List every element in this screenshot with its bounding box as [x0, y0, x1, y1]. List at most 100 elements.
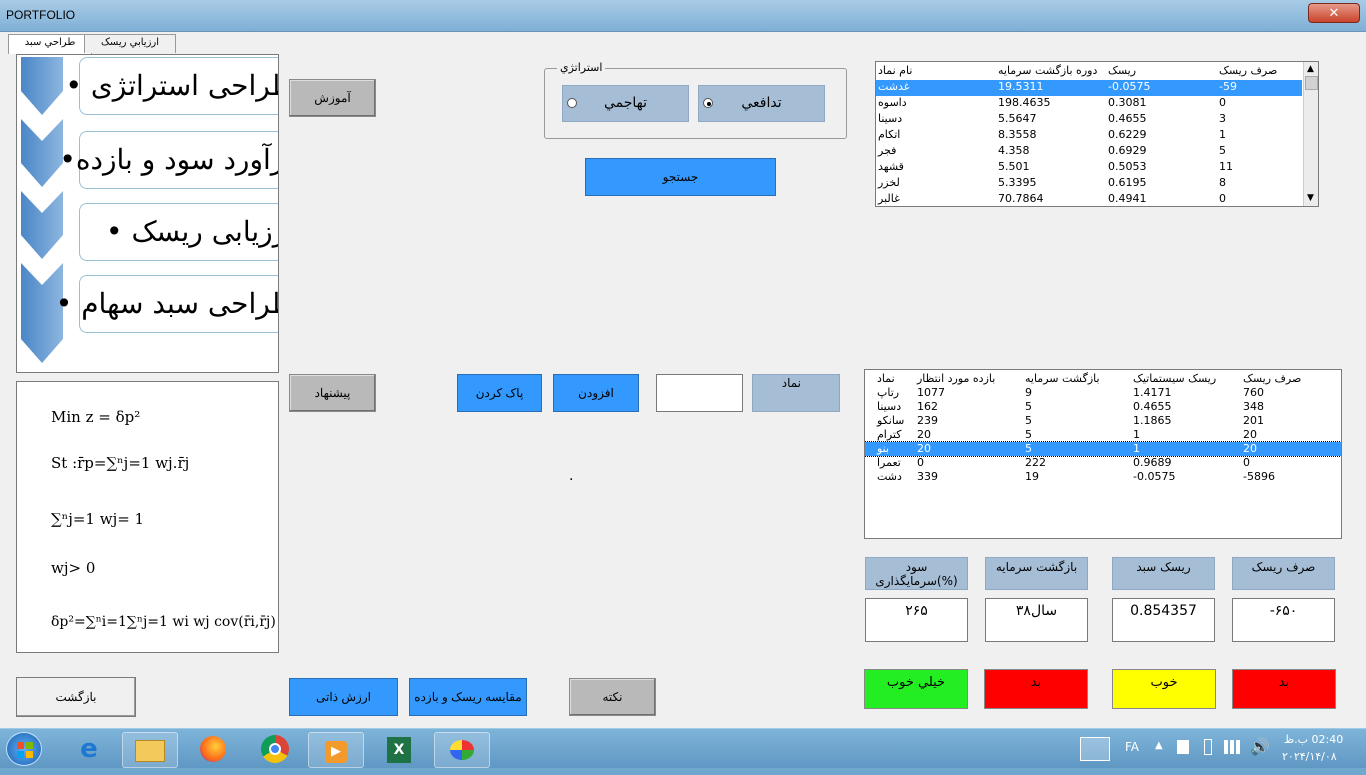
search-button[interactable]: جستجو: [585, 158, 776, 196]
tab-basket-design[interactable]: طراحي سبد: [8, 34, 92, 54]
col-risk: ريسک: [1108, 64, 1137, 77]
basket-list-row[interactable]: رتاپ 1077 9 1.4171 760: [865, 386, 1341, 400]
basket-list-cell: 339: [917, 470, 938, 483]
basket-list-cell: 5: [1025, 400, 1032, 413]
aggressive-option[interactable]: تهاجمي: [562, 85, 689, 122]
stocks-list-row[interactable]: اتکام 8.3558 0.6229 1: [876, 128, 1302, 144]
symbol-input[interactable]: [656, 374, 743, 412]
chevron-2: [21, 119, 63, 187]
add-button[interactable]: افزودن: [553, 374, 639, 412]
col-basket-premium: صرف ريسک: [1243, 372, 1302, 385]
battery-icon[interactable]: [1204, 739, 1212, 755]
network-signal-icon[interactable]: [1224, 740, 1244, 754]
stocks-list-row[interactable]: غالبر 70.7864 0.4941 0: [876, 192, 1302, 206]
excel-icon[interactable]: X: [372, 732, 426, 766]
profit-status: خيلي خوب: [864, 669, 968, 709]
tab-risk-assessment[interactable]: ارزيابي ريسک: [84, 34, 176, 53]
stocks-list-cell: 0.3081: [1108, 96, 1147, 109]
title-bar: PORTFOLIO ✕: [0, 0, 1366, 32]
pen-input-icon[interactable]: [1080, 737, 1110, 761]
basket-list[interactable]: نماد بازده مورد انتظار بازگشت سرمايه ريس…: [864, 369, 1342, 539]
note-button[interactable]: نکته: [569, 678, 656, 716]
defensive-option[interactable]: تدافعي: [698, 85, 825, 122]
stocks-list-row[interactable]: لخزر 5.3395 0.6195 8: [876, 176, 1302, 192]
stocks-list-cell: 0: [1219, 96, 1226, 109]
col-premium: صرف ريسک: [1219, 64, 1278, 77]
scroll-down-icon[interactable]: ▼: [1307, 193, 1314, 203]
basket-list-cell: 9: [1025, 386, 1032, 399]
intrinsic-value-button[interactable]: ارزش ذاتی: [289, 678, 398, 716]
clock-date[interactable]: ۲۰۲۴/۱۴/۰۸: [1282, 750, 1337, 763]
paint-icon[interactable]: [434, 732, 490, 768]
tray-expand-icon[interactable]: ▲: [1155, 740, 1163, 751]
stocks-list-cell: 0.6929: [1108, 144, 1147, 157]
col-symbol: نام نماد: [878, 64, 913, 77]
stocks-list-cell: 0: [1219, 192, 1226, 205]
stocks-list-cell: 4.358: [998, 144, 1030, 157]
stocks-list-row[interactable]: داسوه 198.4635 0.3081 0: [876, 96, 1302, 112]
stocks-list-cell: 0.5053: [1108, 160, 1147, 173]
stocks-list-cell: 5.3395: [998, 176, 1037, 189]
basket-list-cell: 1: [1133, 442, 1140, 455]
stocks-list-cell: 8.3558: [998, 128, 1037, 141]
formula-variance: δp²=∑ⁿi=1∑ⁿj=1 wi wj cov(r̄i,r̄j): [51, 614, 276, 630]
basket-list-row[interactable]: دسينا 162 5 0.4655 348: [865, 400, 1341, 414]
volume-icon[interactable]: 🔊: [1250, 737, 1270, 756]
basket-list-cell: 1: [1133, 428, 1140, 441]
action-center-icon[interactable]: [1177, 740, 1189, 754]
basket-list-cell: 201: [1243, 414, 1264, 427]
formula-panel: Min z = δp² St :r̄p=∑ⁿj=1 wj.r̄j ∑ⁿj=1 w…: [16, 381, 279, 653]
col-payback: دوره بازگشت سرمايه: [998, 64, 1098, 77]
basket-list-cell: 239: [917, 414, 938, 427]
risk-premium-status: بد: [1232, 669, 1336, 709]
clear-button[interactable]: پاک کردن: [457, 374, 542, 412]
basket-list-cell: 0: [1243, 456, 1250, 469]
scroll-thumb[interactable]: [1305, 76, 1318, 90]
tutorial-button[interactable]: آموزش: [289, 79, 376, 117]
stocks-list-cell: دسينا: [878, 112, 903, 125]
defensive-radio[interactable]: [703, 98, 713, 108]
window-title: PORTFOLIO: [6, 8, 76, 22]
basket-list-row[interactable]: سانکو 239 5 1.1865 201: [865, 414, 1341, 428]
formula-weights-positive: wj> 0: [51, 559, 96, 577]
basket-risk-label: ريسک سبد: [1112, 557, 1215, 590]
col-systematic-risk: ريسک سيستماتيک: [1133, 372, 1217, 385]
stocks-list-row[interactable]: فجر 4.358 0.6929 5: [876, 144, 1302, 160]
step-profit-estimate: برآورد سود و بازده•: [59, 131, 278, 189]
scroll-up-icon[interactable]: ▲: [1307, 64, 1314, 74]
profit-value: ۲۶۵: [865, 598, 968, 642]
basket-list-cell: 1.1865: [1133, 414, 1172, 427]
basket-list-cell: رتاپ: [877, 386, 900, 399]
stocks-list-row[interactable]: دسينا 5.5647 0.4655 3: [876, 112, 1302, 128]
aggressive-radio[interactable]: [567, 98, 577, 108]
firefox-icon[interactable]: [186, 732, 240, 766]
media-player-icon[interactable]: ▶: [308, 732, 364, 768]
step-basket-design: طراحی سبد سهام •: [56, 275, 278, 333]
compare-risk-return-button[interactable]: مقايسه ريسک و بازده: [409, 678, 527, 716]
clock-time[interactable]: 02:40 ب.ظ: [1284, 733, 1343, 746]
stocks-list-scrollbar[interactable]: ▲ ▼: [1303, 62, 1318, 206]
language-indicator[interactable]: FA: [1125, 740, 1139, 754]
stocks-list-row[interactable]: غدشت 19.5311 -0.0575 -59: [876, 80, 1302, 96]
chrome-icon[interactable]: [248, 732, 302, 766]
basket-list-row[interactable]: کترام 20 5 1 20: [865, 428, 1341, 442]
basket-risk-status: خوب: [1112, 669, 1216, 709]
start-orb-icon[interactable]: [6, 732, 42, 766]
file-explorer-icon[interactable]: [122, 732, 178, 768]
suggest-button[interactable]: پيشنهاد: [289, 374, 376, 412]
basket-list-row[interactable]: بنو 20 5 1 20: [865, 441, 1341, 457]
internet-explorer-icon[interactable]: e: [62, 732, 116, 766]
stocks-list-cell: غالبر: [878, 192, 900, 205]
basket-list-row[interactable]: تعمرا 0 222 0.9689 0: [865, 456, 1341, 470]
basket-list-row[interactable]: دشت 339 19 -0.0575 -5896: [865, 470, 1341, 484]
stocks-list-cell: 8: [1219, 176, 1226, 189]
basket-list-cell: -0.0575: [1133, 470, 1176, 483]
stocks-list[interactable]: نام نماد دوره بازگشت سرمايه ريسک صرف ريس…: [875, 61, 1319, 207]
col-capital-return: بازگشت سرمايه: [1025, 372, 1100, 385]
basket-list-cell: تعمرا: [877, 456, 901, 469]
back-button[interactable]: بازگشت: [16, 677, 136, 717]
basket-list-cell: 20: [917, 428, 931, 441]
stocks-list-row[interactable]: قشهد 5.501 0.5053 11: [876, 160, 1302, 176]
close-button[interactable]: ✕: [1308, 3, 1360, 23]
stocks-list-cell: قشهد: [878, 160, 904, 173]
